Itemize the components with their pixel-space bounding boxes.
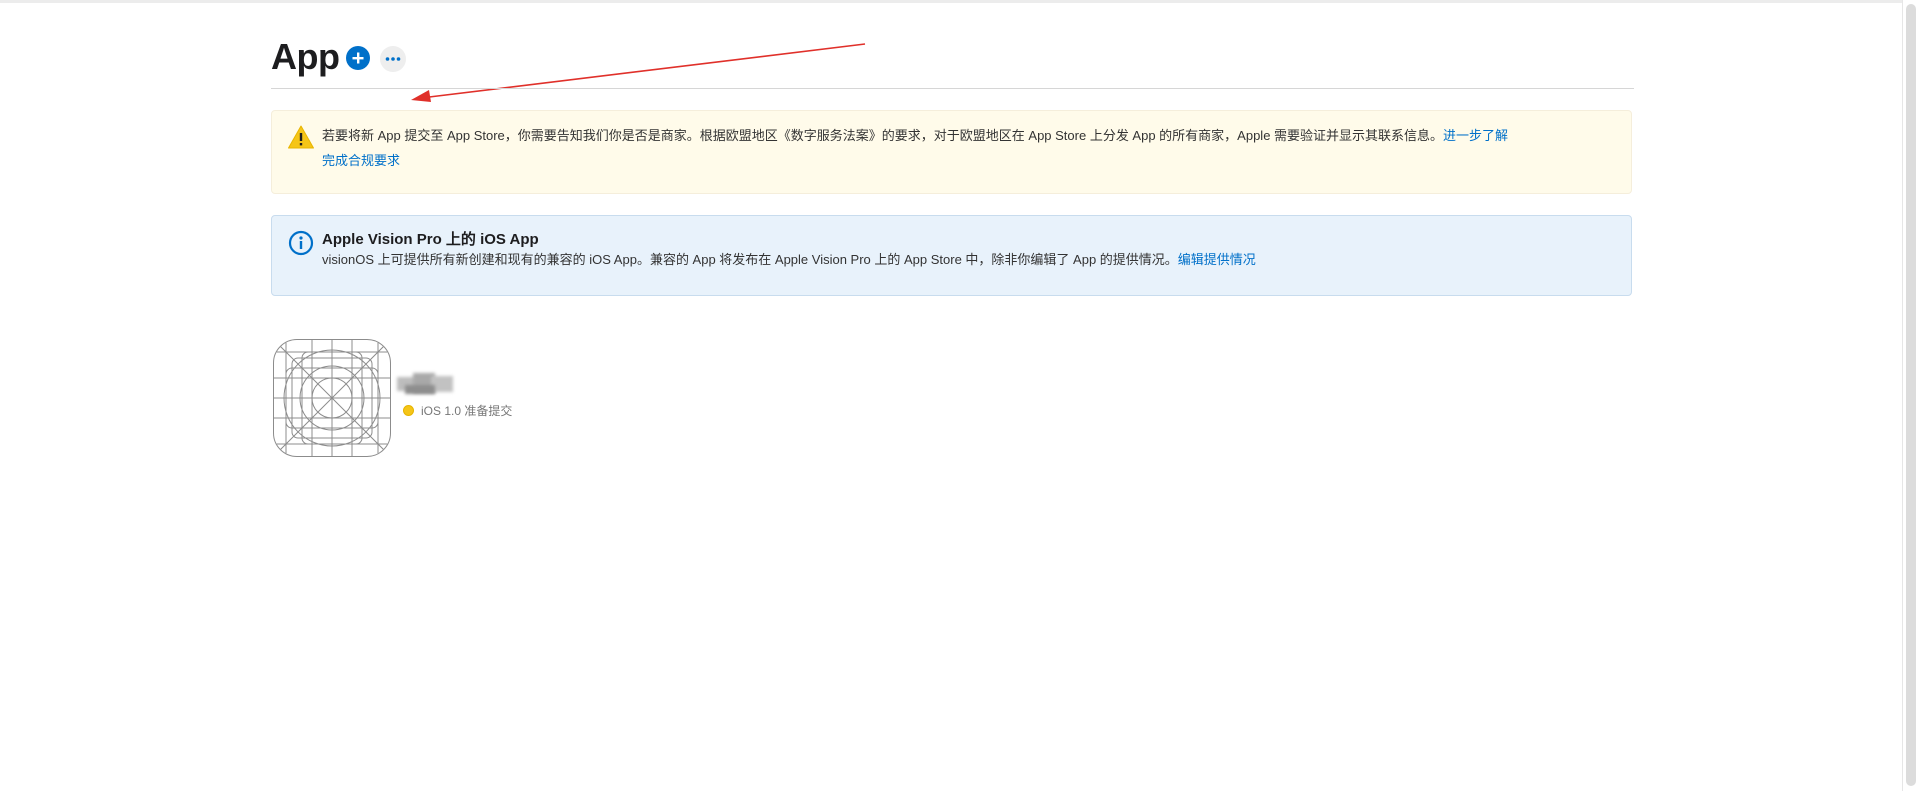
warning-banner: 若要将新 App 提交至 App Store，你需要告知我们你是否是商家。根据欧… [271,110,1632,194]
app-name-redacted[interactable] [395,373,457,395]
plus-circle-icon [352,52,364,64]
info-circle-icon [288,230,314,256]
edit-availability-link[interactable]: 编辑提供情况 [1178,252,1256,267]
page-header: App [271,30,1634,102]
page-title: App [271,36,340,77]
info-banner: Apple Vision Pro 上的 iOS App visionOS 上可提… [271,215,1632,296]
app-status-text: iOS 1.0 准备提交 [421,404,513,418]
info-title: Apple Vision Pro 上的 iOS App [322,231,539,248]
top-border [0,0,1920,3]
learn-more-link[interactable]: 进一步了解 [1443,128,1508,143]
warning-text: 若要将新 App 提交至 App Store，你需要告知我们你是否是商家。根据欧… [322,128,1444,143]
status-dot-icon [403,405,414,416]
info-message: Apple Vision Pro 上的 iOS App visionOS 上可提… [322,230,1521,270]
app-status: iOS 1.0 准备提交 [403,402,512,419]
warning-triangle-icon [288,125,314,149]
complete-compliance-link[interactable]: 完成合规要求 [322,153,400,168]
app-placeholder-icon[interactable] [273,339,391,457]
annotation-arrow-icon [411,43,866,102]
info-text: visionOS 上可提供所有新创建和现有的兼容的 iOS App。兼容的 Ap… [322,252,1178,267]
header-divider [271,88,1634,89]
app-card[interactable]: iOS 1.0 准备提交 [271,337,671,457]
scrollbar-thumb[interactable] [1906,4,1916,786]
icon-grid-template [274,340,390,456]
add-app-button[interactable] [346,46,370,70]
warning-message: 若要将新 App 提交至 App Store，你需要告知我们你是否是商家。根据欧… [322,123,1521,173]
